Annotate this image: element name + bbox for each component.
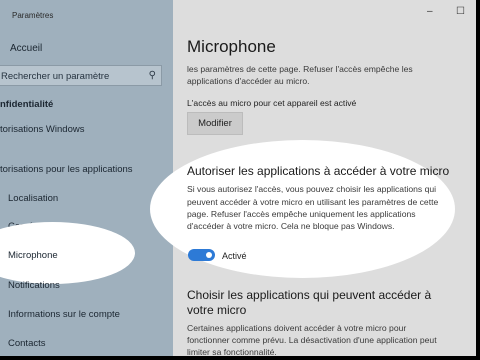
modify-button[interactable]: Modifier	[187, 112, 243, 135]
choose-desc-3: limiter sa fonctionnalité.	[187, 347, 277, 356]
toggle-knob	[206, 252, 212, 258]
sidebar-item-location[interactable]: Localisation	[8, 193, 58, 204]
sidebar-item-notifications[interactable]: Notifications	[8, 280, 60, 291]
toggle-state-label: Activé	[222, 251, 247, 261]
sidebar-section-privacy: nfidentialité	[0, 99, 54, 110]
search-input[interactable]: Rechercher un paramètre ⚲	[0, 65, 162, 86]
allow-desc-1: Si vous autorisez l'accès, vous pouvez c…	[187, 184, 437, 194]
sidebar-item-home[interactable]: Accueil	[10, 43, 42, 54]
allow-desc-2: peuvent accéder à votre micro en utilisa…	[187, 197, 439, 207]
device-access-label: L'accès au micro pour cet appareil est a…	[187, 98, 357, 108]
intro-line-2: applications d'accéder au micro.	[187, 76, 310, 86]
sidebar: Paramètres Accueil Rechercher un paramèt…	[0, 0, 173, 356]
minimize-button[interactable]: –	[427, 6, 433, 17]
choose-apps-heading-2: votre micro	[187, 303, 247, 317]
allow-desc-4: d'accéder à votre micro. Cela ne bloque …	[187, 221, 395, 231]
choose-desc-1: Certaines applications doivent accéder à…	[187, 323, 407, 333]
sidebar-item-app-permissions: torisations pour les applications	[0, 164, 133, 175]
search-icon[interactable]: ⚲	[149, 70, 156, 81]
search-placeholder: Rechercher un paramètre	[1, 71, 110, 82]
allow-apps-heading: Autoriser les applications à accéder à v…	[187, 164, 450, 178]
maximize-button[interactable]: ☐	[456, 6, 465, 17]
intro-line-1: les paramètres de cette page. Refuser l'…	[187, 64, 413, 74]
sidebar-item-account-info[interactable]: Informations sur le compte	[8, 309, 120, 320]
settings-window: Paramètres Accueil Rechercher un paramèt…	[0, 0, 476, 356]
sidebar-item-microphone[interactable]: Microphone	[8, 250, 58, 261]
sidebar-item-windows-permissions: torisations Windows	[0, 124, 85, 135]
sidebar-item-contacts[interactable]: Contacts	[8, 338, 46, 349]
page-title: Microphone	[187, 37, 276, 56]
allow-apps-toggle[interactable]	[188, 249, 215, 261]
allow-desc-3: page. Refuser l'accès empêche uniquement…	[187, 209, 416, 219]
choose-desc-2: fonctionner comme prévu. La désactivatio…	[187, 335, 437, 345]
window-title: Paramètres	[12, 11, 54, 20]
choose-apps-heading-1: Choisir les applications qui peuvent acc…	[187, 288, 432, 302]
